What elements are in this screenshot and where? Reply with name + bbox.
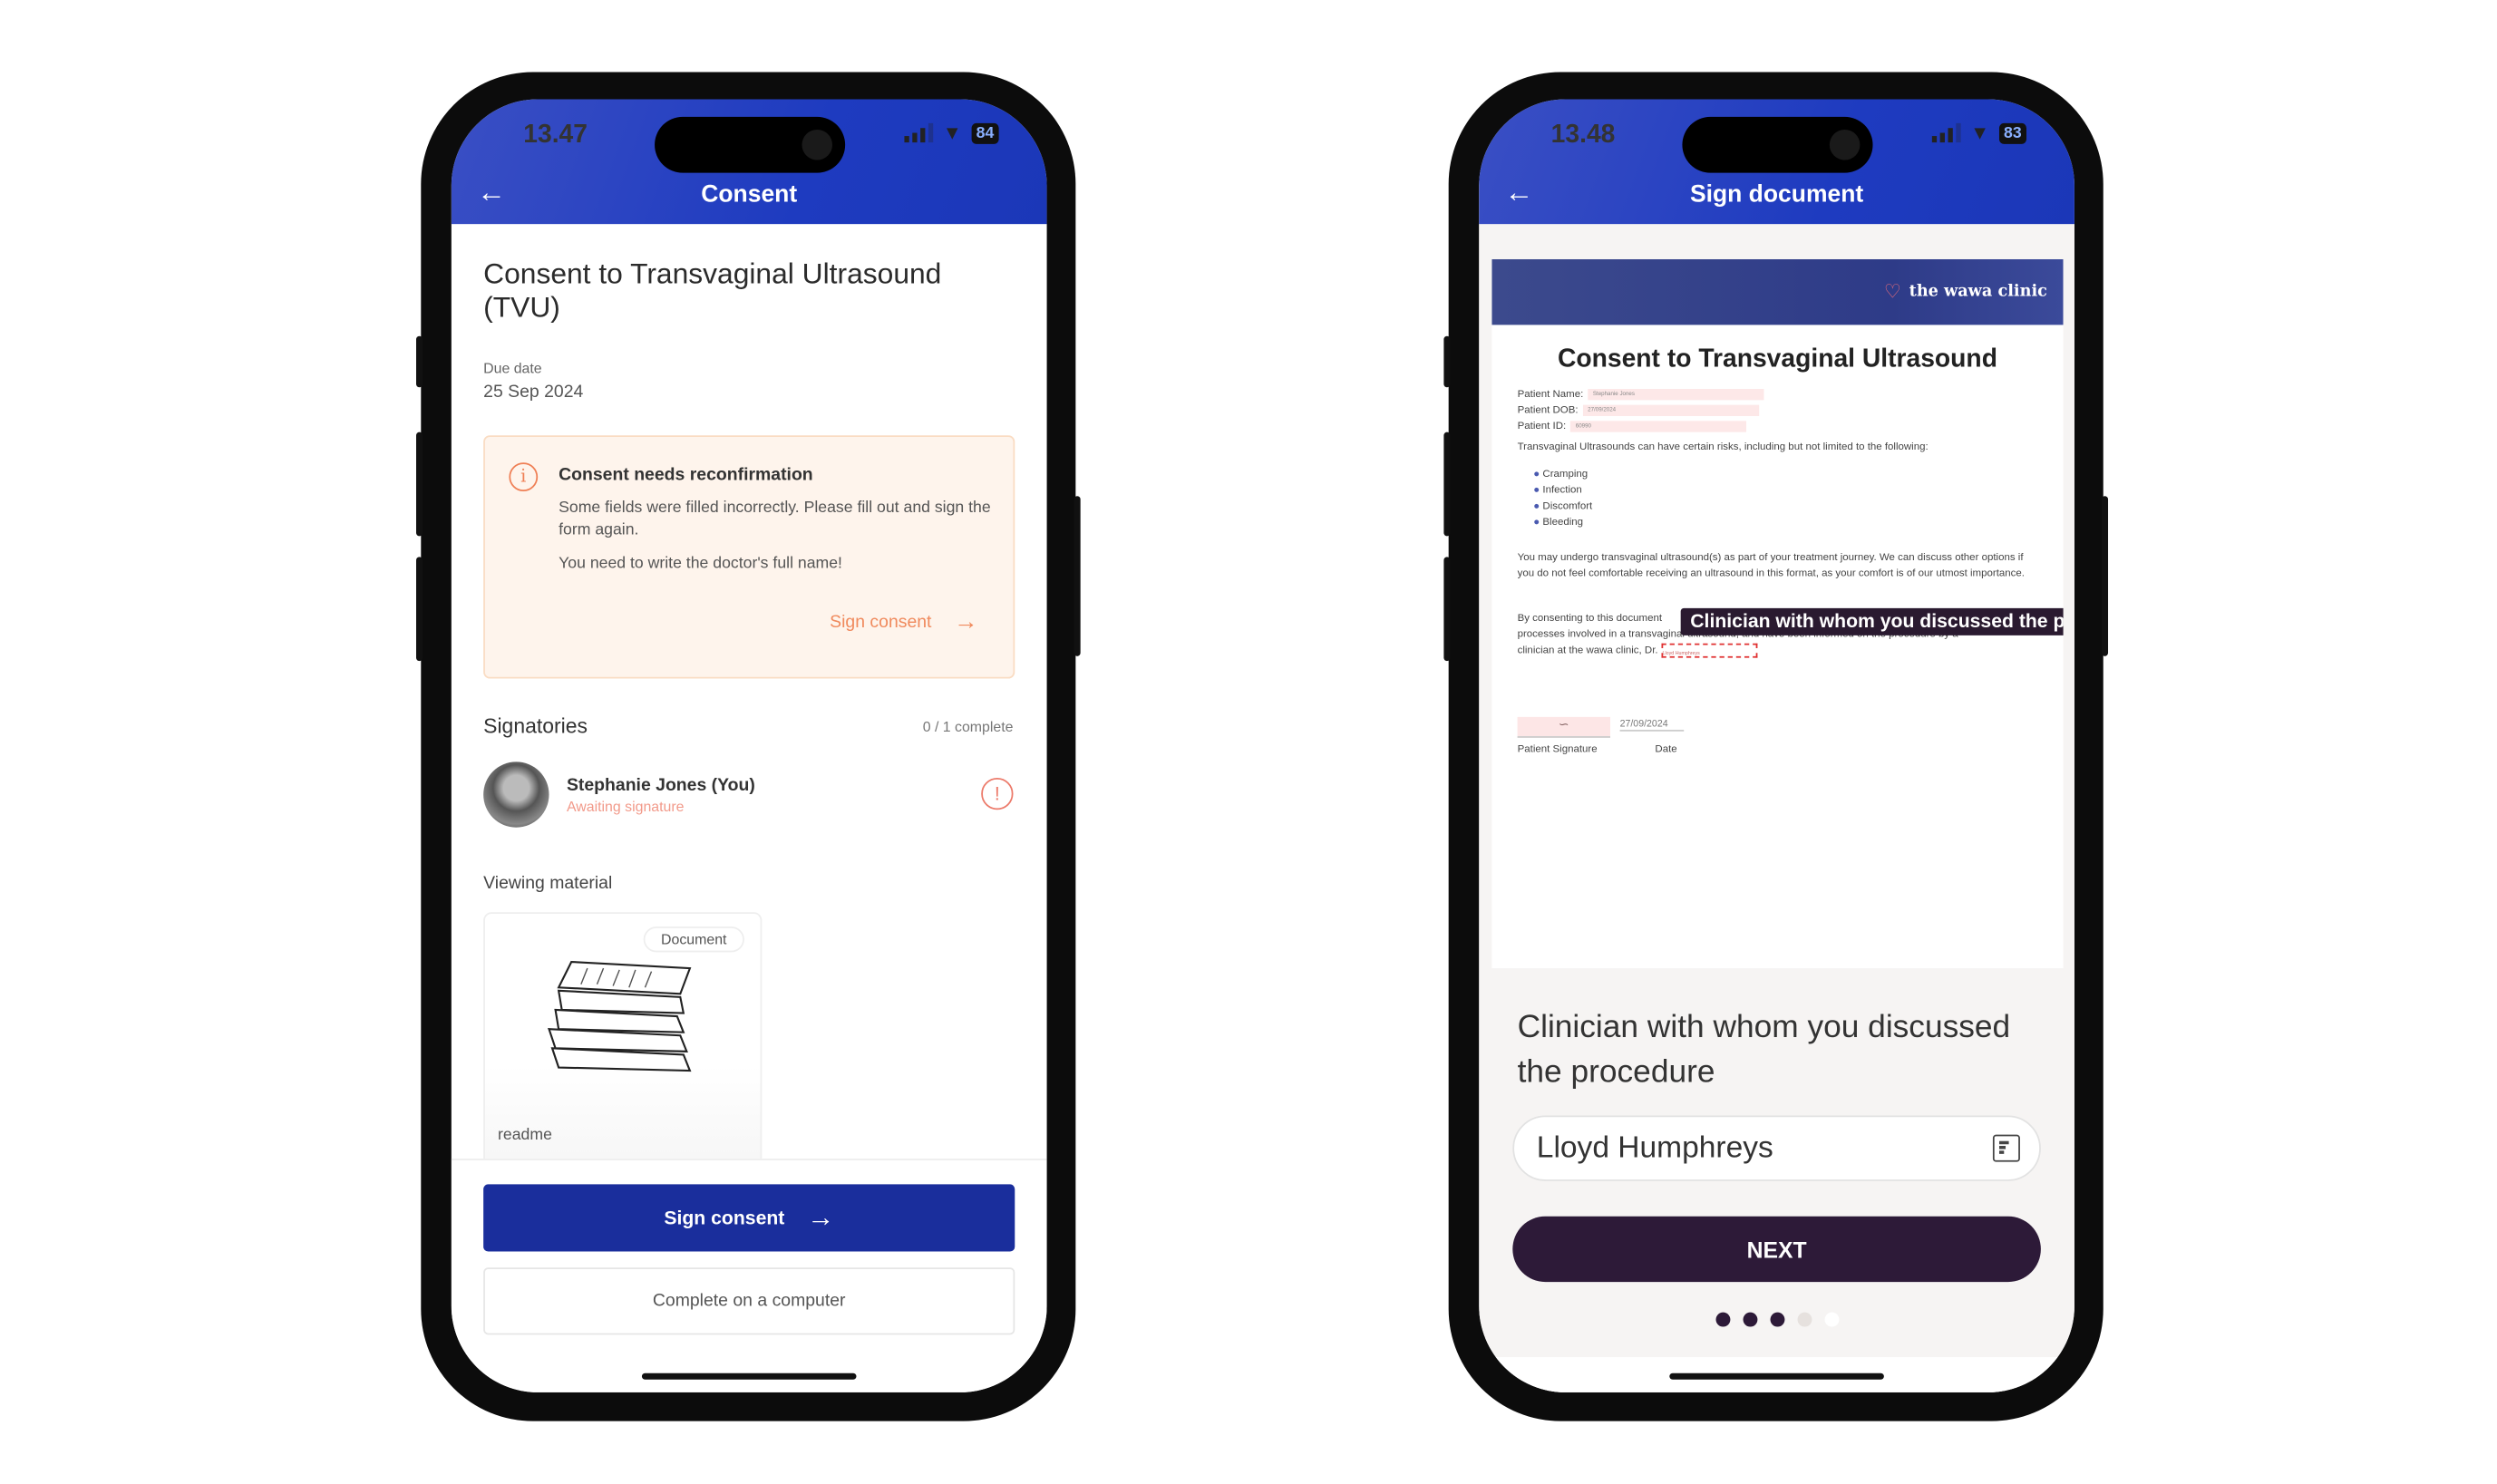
patient-name-field: Patient Name: Stephanie Jones (1518, 388, 1764, 401)
document-preview[interactable]: ♡ the wawa clinic Consent to Transvagina… (1491, 258, 2064, 969)
due-date-label: Due date (483, 360, 542, 376)
signatories-heading: Signatories (483, 713, 588, 738)
sign-consent-button[interactable]: Sign consent → (483, 1184, 1015, 1252)
doctor-name-field[interactable]: Lloyd Humphreys (1660, 643, 1757, 658)
signatory-name: Stephanie Jones (You) (566, 776, 755, 796)
side-button (1443, 335, 1451, 388)
info-circle-icon: i (509, 462, 539, 491)
risk-item: ● Discomfort (1533, 500, 1593, 512)
phone-sign-document: 13.48 ▼ 83 ← Sign document ♡ the wawa cl… (1443, 72, 2109, 1421)
side-button (416, 557, 423, 662)
document-title: Consent to Transvaginal Ultrasound (1557, 345, 1997, 373)
viewing-material-heading: Viewing material (483, 873, 613, 894)
patient-signature-field[interactable]: ∽ (1517, 716, 1610, 738)
header-title: Consent (701, 180, 798, 209)
alert-note: You need to write the doctor's full name… (559, 555, 842, 574)
risk-item: ● Bleeding (1533, 517, 1584, 529)
wifi-icon: ▼ (1970, 121, 1990, 144)
document-banner: ♡ the wawa clinic (1491, 258, 2064, 325)
document-intro: Transvaginal Ultrasounds can have certai… (1517, 441, 1929, 453)
patient-dob-field: Patient DOB: 27/09/2024 (1518, 404, 1760, 417)
side-button (1443, 432, 1451, 537)
battery-icon: 84 (971, 122, 999, 144)
app-header: 13.47 ▼ 84 ← Consent (451, 99, 1047, 225)
clinician-name-input[interactable]: Lloyd Humphreys (1512, 1115, 2041, 1181)
power-button (2101, 496, 2109, 656)
risk-item: ● Cramping (1533, 469, 1589, 480)
patient-id-field: Patient ID: 60990 (1518, 421, 1747, 432)
next-button[interactable]: NEXT (1512, 1216, 2041, 1283)
dynamic-island (655, 116, 846, 173)
alert-body: Some fields were filled incorrectly. Ple… (559, 499, 991, 539)
avatar (483, 761, 549, 828)
home-indicator[interactable] (1669, 1372, 1884, 1380)
arrow-right-icon: → (954, 607, 978, 635)
arrow-right-icon: → (807, 1201, 835, 1233)
status-icons: ▼ 84 (904, 121, 999, 144)
field-tooltip: Clinician with whom you discussed the pr… (1680, 607, 2064, 635)
date-label: Date (1655, 743, 1677, 756)
signal-icon (904, 122, 934, 143)
status-time: 13.48 (1550, 121, 1616, 150)
side-button (416, 432, 423, 537)
document-stack-icon (548, 960, 692, 1072)
signature-date: 27/09/2024 (1619, 720, 1685, 732)
reconfirmation-alert: i Consent needs reconfirmation Some fiel… (483, 435, 1015, 679)
side-button (1443, 557, 1451, 662)
battery-icon: 83 (1998, 122, 2026, 144)
signatories-progress: 0 / 1 complete (922, 718, 1014, 735)
alert-link-label: Sign consent (830, 612, 932, 632)
clinic-logo: ♡ the wawa clinic (1883, 279, 2047, 303)
alert-title: Consent needs reconfirmation (559, 465, 813, 485)
warning-circle-icon: ! (981, 777, 1014, 810)
signal-icon (1931, 122, 1961, 143)
signatory-status: Awaiting signature (566, 798, 685, 815)
material-card-readme[interactable]: Document readme (483, 912, 763, 1169)
alert-sign-consent-link[interactable]: Sign consent → (830, 608, 977, 635)
step-dot-done (1715, 1312, 1730, 1327)
page-title: Consent to Transvaginal Ultrasound (TVU) (483, 257, 942, 324)
header-title: Sign document (1689, 180, 1864, 209)
step-dot-current (1769, 1312, 1784, 1327)
step-dot-done (1742, 1312, 1757, 1327)
step-indicator (1479, 1312, 2074, 1327)
field-question: Clinician with whom you discussed the pr… (1517, 1009, 2011, 1091)
status-icons: ▼ 83 (1931, 121, 2026, 144)
power-button (1074, 496, 1081, 656)
document-paragraph: You may undergo transvaginal ultrasound(… (1517, 552, 2025, 580)
material-name: readme (498, 1126, 552, 1145)
clinician-name-value: Lloyd Humphreys (1536, 1131, 1773, 1166)
step-dot-pending (1796, 1312, 1812, 1327)
screen: 13.48 ▼ 83 ← Sign document ♡ the wawa cl… (1479, 99, 2074, 1392)
sign-consent-label: Sign consent (664, 1207, 785, 1229)
home-indicator[interactable] (641, 1372, 857, 1380)
heart-logo-icon: ♡ (1883, 279, 1901, 303)
side-button (416, 335, 423, 388)
phone-consent: 13.47 ▼ 84 ← Consent Consent to Transvag… (416, 72, 1081, 1421)
document-paragraph-line: clinician at the wawa clinic, Dr. Lloyd … (1518, 643, 2030, 660)
app-header: 13.48 ▼ 83 ← Sign document (1479, 99, 2074, 225)
risk-item: ● Infection (1533, 484, 1582, 497)
document-icon[interactable] (1992, 1134, 2020, 1162)
status-time: 13.47 (523, 121, 588, 150)
material-tag: Document (643, 926, 744, 953)
step-dot-pending (1823, 1312, 1839, 1327)
wifi-icon: ▼ (942, 121, 962, 144)
signature-label: Patient Signature (1517, 743, 1598, 756)
dynamic-island (1682, 116, 1873, 173)
due-date-value: 25 Sep 2024 (483, 382, 584, 403)
complete-on-computer-button[interactable]: Complete on a computer (483, 1267, 1015, 1335)
screen: 13.47 ▼ 84 ← Consent Consent to Transvag… (451, 99, 1047, 1392)
